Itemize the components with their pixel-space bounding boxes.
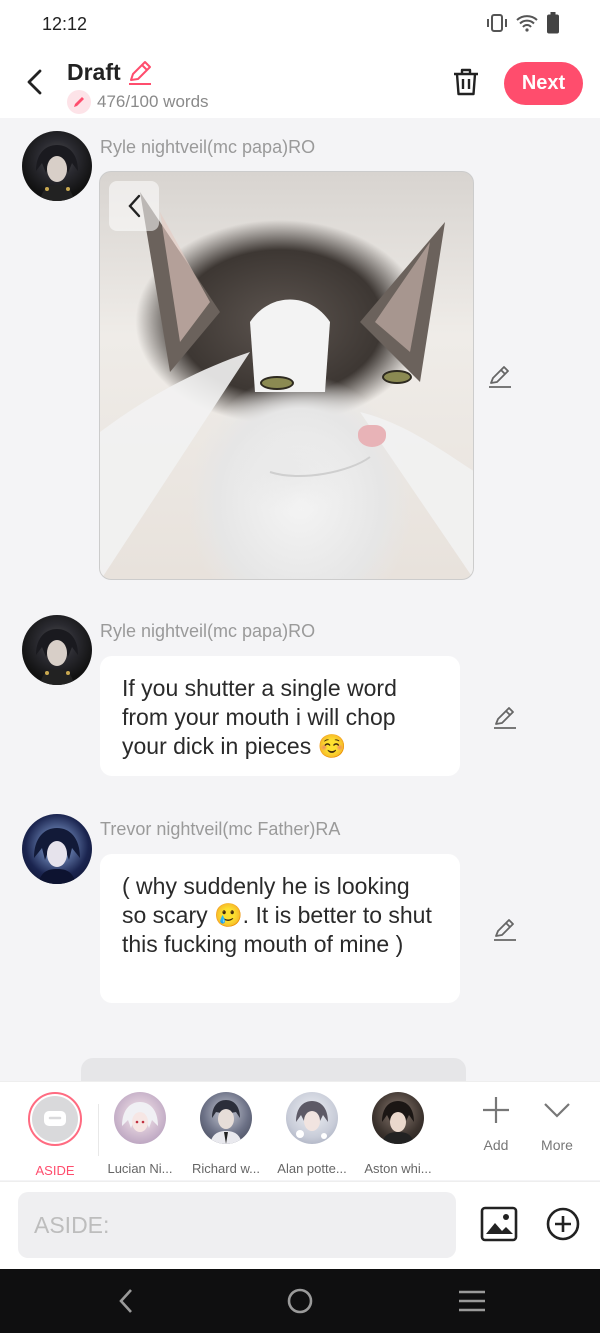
character-portrait-icon [382,1101,414,1144]
pencil-icon [74,97,84,107]
character-aston[interactable]: Aston whi... [358,1092,438,1176]
editor-header: Draft 476/100 words Next [0,50,600,118]
sender-name: Ryle nightveil(mc papa)RO [100,621,316,641]
aside-avatar [28,1092,82,1146]
character-name: Lucian Ni... [107,1161,173,1176]
character-portrait-icon [36,629,78,685]
character-portrait-icon [296,1101,328,1139]
system-nav-bar [0,1269,600,1333]
draft-title: Draft [67,59,121,85]
battery-icon [547,12,559,34]
edit-message-button[interactable] [492,704,518,730]
message-bubble[interactable]: ( why suddenly he is looking so scary 🥲.… [100,854,460,1003]
word-count-badge [67,90,91,114]
character-name: Aston whi... [364,1161,432,1176]
pencil-icon [129,61,151,85]
pencil-icon [494,919,516,941]
more-characters-button[interactable]: More [527,1094,587,1153]
cat-nose [358,425,386,447]
aside-input[interactable] [18,1192,456,1258]
image-back-button[interactable] [109,181,159,231]
composer [0,1181,600,1269]
cat-eye [382,370,412,384]
word-count: 476/100 words [97,92,209,111]
plus-circle-icon [546,1207,580,1241]
character-name: ASIDE [35,1163,75,1178]
next-button[interactable]: Next [504,62,583,105]
add-character-button[interactable]: Add [466,1094,526,1153]
character-portrait-icon [122,1102,158,1132]
sender-name: Trevor nightveil(mc Father)RA [100,819,341,839]
nav-home-icon [287,1288,313,1314]
chevron-down-icon [544,1103,570,1118]
chevron-left-icon [27,69,42,95]
insert-image-button[interactable] [480,1206,518,1242]
character-portrait-icon [210,1100,242,1144]
character-avatar [200,1092,252,1144]
aside-bubble-icon [44,1111,66,1126]
character-bar: ASIDE Lucian Ni... Richard w... Alan pot… [0,1081,600,1180]
nav-back-button[interactable] [110,1285,142,1317]
character-portrait-icon [34,828,80,884]
back-button[interactable] [18,64,50,100]
pencil-icon [494,707,516,729]
cat-photo-illustration [100,192,473,579]
character-alan[interactable]: Alan potte... [272,1092,352,1176]
plus-icon [483,1097,509,1123]
status-time: 12:12 [42,14,88,34]
wifi-icon [516,15,538,32]
character-aside[interactable]: ASIDE [15,1092,95,1178]
more-options-button[interactable] [545,1206,581,1242]
sender-avatar[interactable] [22,615,92,685]
cat-eye [260,376,294,390]
message-bubble[interactable]: If you shutter a single word from your m… [100,656,460,776]
character-portrait-icon [36,145,78,201]
trash-icon [454,68,478,96]
divider [98,1104,99,1156]
vibrate-icon [487,14,507,32]
nav-recents-button[interactable] [456,1285,488,1317]
more-label: More [541,1137,573,1153]
message-image-cat[interactable] [99,171,474,580]
character-avatar [372,1092,424,1144]
add-label: Add [483,1137,509,1153]
word-count-row: 476/100 words [67,90,209,114]
character-lucian[interactable]: Lucian Ni... [100,1092,180,1176]
character-name: Alan potte... [277,1161,347,1176]
nav-back-icon [119,1289,132,1313]
sender-avatar[interactable] [22,814,92,884]
status-icons [486,12,560,34]
nav-home-button[interactable] [284,1285,316,1317]
character-avatar [114,1092,166,1144]
character-richard[interactable]: Richard w... [186,1092,266,1176]
edit-title-button[interactable] [126,58,154,86]
character-name: Richard w... [192,1161,260,1176]
sender-name: Ryle nightveil(mc papa)RO [100,137,316,157]
nav-menu-icon [459,1290,485,1312]
delete-button[interactable] [451,66,481,98]
character-avatar [286,1092,338,1144]
edit-message-button[interactable] [487,363,513,389]
chevron-left-icon [128,194,141,218]
status-bar: 12:12 [0,0,600,50]
pencil-icon [489,366,511,388]
sender-avatar[interactable] [22,131,92,201]
edit-message-button[interactable] [492,916,518,942]
image-icon [480,1206,518,1242]
